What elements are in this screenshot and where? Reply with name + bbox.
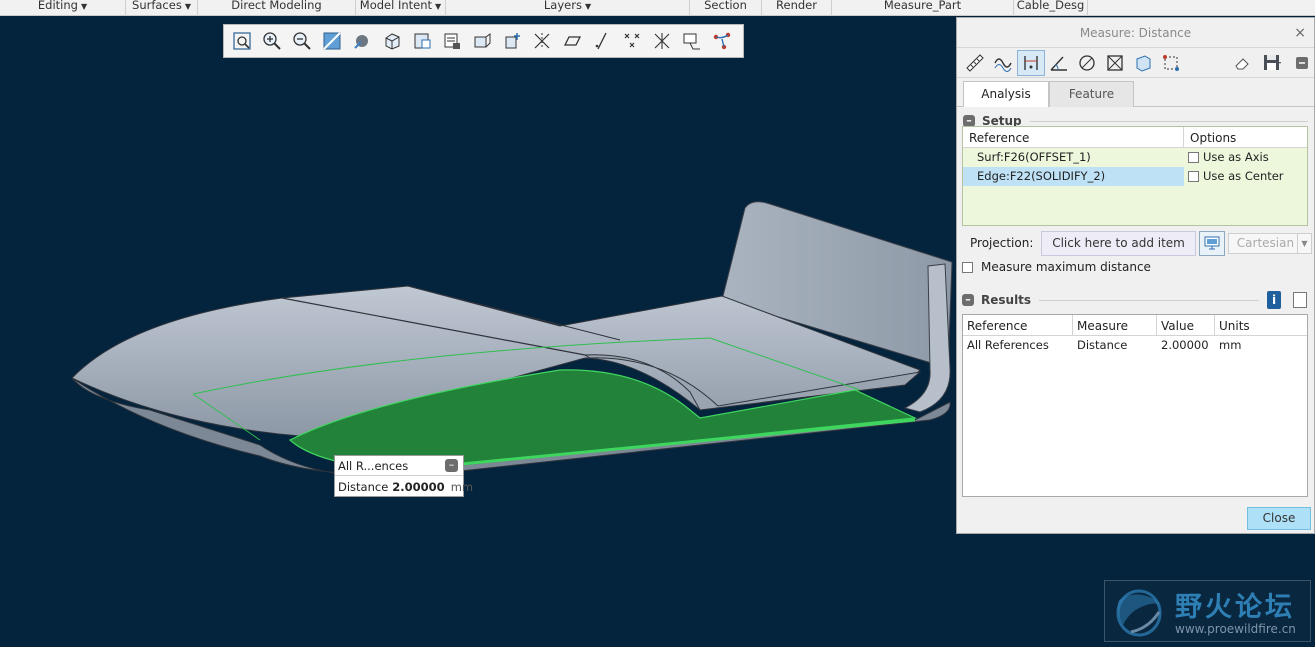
angle-measure-icon[interactable] [1045,50,1073,76]
callout-value: 2.00000 [392,479,445,494]
projection-type-select[interactable]: Cartesian ▼ [1227,232,1312,254]
results-table: Reference Measure Value Units All Refere… [962,314,1308,497]
csys-display-icon[interactable] [647,27,677,55]
annotation-display-icon[interactable] [677,27,707,55]
display-style-icon[interactable] [347,27,377,55]
results-report-icon[interactable] [1293,292,1307,308]
watermark-title: 野火论坛 [1175,592,1295,623]
result-value: 2.00000 [1161,338,1209,352]
length-measure-icon[interactable] [961,50,989,76]
use-as-axis-checkbox[interactable] [1188,152,1199,163]
view-toolbar [223,24,744,58]
ribbon-group-layers[interactable]: Layers ▼ [446,0,690,16]
dialog-title-bar: Measure: Distance × [957,18,1314,48]
watermark-url: www.proewildfire.cn [1175,622,1296,636]
column-header-options: Options [1190,131,1237,145]
diameter-measure-icon[interactable] [1073,50,1101,76]
datum-display-icon[interactable] [527,27,557,55]
callout-unit: mm [450,479,474,494]
callout-measure: Distance [338,479,389,494]
ribbon-group-measure-part[interactable]: Measure_Part [832,0,1014,16]
result-measure: Distance [1077,338,1128,352]
option-label: Use as Axis [1203,150,1269,164]
view-manager-icon[interactable] [437,27,467,55]
ribbon-group-editing[interactable]: Editing ▼ [0,0,126,16]
column-header-measure: Measure [1073,315,1157,335]
zoom-out-icon[interactable] [287,27,317,55]
collapse-toolbar-icon[interactable] [1294,50,1310,76]
area-measure-icon[interactable] [1101,50,1129,76]
results-title: Results [981,293,1032,307]
ribbon-group-render[interactable]: Render [762,0,832,16]
chevron-down-icon: ▼ [1297,233,1311,253]
section-divider [1029,120,1308,122]
view-projection-icon[interactable] [1198,230,1225,256]
perspective-icon[interactable] [467,27,497,55]
measure-max-distance-label: Measure maximum distance [981,260,1151,274]
table-row[interactable]: All References Distance 2.00000 mm [963,336,1307,355]
sketch-tool-icon[interactable] [707,27,737,55]
column-header-value: Value [1157,315,1215,335]
measure-max-distance-checkbox[interactable] [962,261,973,273]
refit-icon[interactable] [227,27,257,55]
dialog-tabs: Analysis Feature [957,81,1314,107]
reference-cell[interactable]: Edge:F22(SOLIDIFY_2) [963,167,1184,186]
dialog-close-icon[interactable]: × [1294,18,1306,48]
collapse-results-icon[interactable]: – [962,294,974,306]
tab-feature[interactable]: Feature [1049,81,1134,107]
reference-cell[interactable]: Surf:F26(OFFSET_1) [963,148,1184,167]
close-button[interactable]: Close [1247,507,1311,530]
column-header-reference: Reference [963,315,1073,335]
wildfire-logo-icon [1116,589,1162,637]
section-divider [1039,299,1259,301]
result-units: mm [1219,338,1242,352]
spin-center-icon[interactable] [497,27,527,55]
measure-type-toolbar [957,48,1314,78]
measure-callout[interactable]: All R...ences – Distance 2.00000 mm [334,455,473,497]
measure-max-distance-option[interactable]: Measure maximum distance [962,259,1151,275]
setup-reference-table: Reference Options Surf:F26(OFFSET_1) Use… [962,126,1308,226]
save-icon[interactable] [1260,50,1284,76]
volume-measure-icon[interactable] [1129,50,1157,76]
results-section-header[interactable]: – Results i [956,290,1315,310]
tab-analysis[interactable]: Analysis [963,81,1049,107]
named-views-icon[interactable] [407,27,437,55]
table-row[interactable]: Edge:F22(SOLIDIFY_2) Use as Center [963,167,1307,186]
result-reference: All References [967,338,1049,352]
projection-collector[interactable]: Click here to add item [1041,230,1196,256]
table-row[interactable]: Surf:F26(OFFSET_1) Use as Axis [963,148,1307,167]
column-header-units: Units [1219,319,1250,333]
ribbon-group-bar: Editing ▼ Surfaces ▼ Direct Modeling Model… [0,0,1315,16]
callout-reference: All R...ences [338,458,409,473]
repaint-icon[interactable] [317,27,347,55]
ribbon-group-cable-desg[interactable]: Cable_Desg [1014,0,1088,16]
distance-measure-icon[interactable] [1017,49,1045,76]
ribbon-group-model-intent[interactable]: Model Intent ▼ [356,0,446,16]
ribbon-group-direct-modeling[interactable]: Direct Modeling [198,0,356,16]
use-as-center-checkbox[interactable] [1188,171,1199,182]
projection-row: Projection: Click here to add item Carte… [962,230,1312,256]
forum-watermark: 野火论坛 www.proewildfire.cn [1104,580,1311,642]
ribbon-group-surfaces[interactable]: Surfaces ▼ [126,0,198,16]
column-header-reference: Reference [963,127,1184,147]
point-display-icon[interactable] [617,27,647,55]
saved-orientations-icon[interactable] [377,27,407,55]
curve-measure-icon[interactable] [989,50,1017,76]
ribbon-group-section[interactable]: Section [690,0,762,16]
callout-collapse-button[interactable]: – [445,459,458,472]
projection-label: Projection: [970,236,1034,250]
axis-display-icon[interactable] [587,27,617,55]
projection-type-value: Cartesian [1236,235,1295,250]
eraser-icon[interactable] [1228,50,1256,76]
plane-display-icon[interactable] [557,27,587,55]
option-label: Use as Center [1203,169,1284,183]
info-icon[interactable]: i [1267,291,1281,309]
transform-measure-icon[interactable] [1157,50,1185,76]
dialog-title: Measure: Distance [1079,26,1192,40]
zoom-in-icon[interactable] [257,27,287,55]
